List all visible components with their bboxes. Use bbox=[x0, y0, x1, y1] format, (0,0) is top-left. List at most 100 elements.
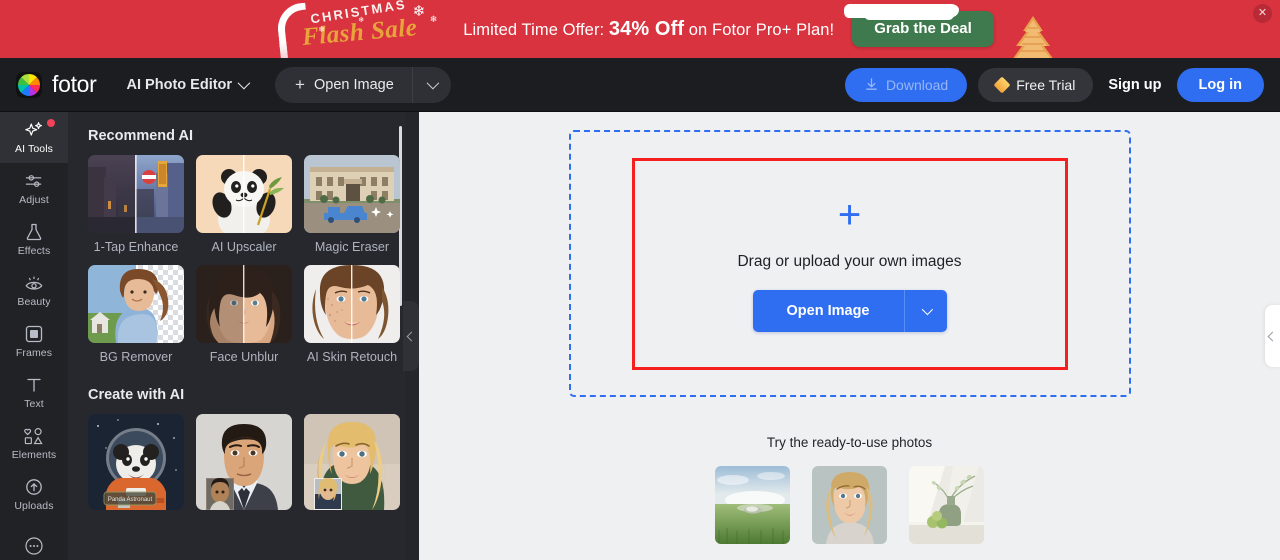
ai-tools-panel: Recommend AI 1-Tap Enhance AI Upscaler M… bbox=[68, 112, 405, 560]
sparkle-icon bbox=[23, 120, 45, 140]
christmas-tree-cookie-icon bbox=[1013, 16, 1053, 58]
mode-selector[interactable]: AI Photo Editor bbox=[126, 76, 251, 93]
thumbnail-skin-retouch bbox=[304, 264, 400, 343]
snowflake-icon: ❄ bbox=[429, 14, 438, 24]
mode-label: AI Photo Editor bbox=[126, 76, 233, 93]
grab-the-deal-button[interactable]: Grab the Deal bbox=[852, 11, 994, 47]
dropzone-text: Drag or upload your own images bbox=[737, 253, 962, 270]
snowflake-icon: ❄ bbox=[318, 25, 325, 34]
source-face-thumb bbox=[314, 478, 342, 511]
plus-icon: + bbox=[837, 193, 862, 237]
top-navbar: fotor AI Photo Editor + Open Image Downl… bbox=[0, 58, 1280, 112]
dropzone[interactable]: + Drag or upload your own images Open Im… bbox=[568, 130, 1131, 397]
thumbnail-man-face-swap bbox=[196, 414, 292, 511]
promo-close-icon[interactable]: ✕ bbox=[1253, 4, 1272, 23]
thumbnail-face-unblur bbox=[196, 264, 292, 343]
thumbnail-mansion bbox=[304, 155, 400, 233]
rail-item-label: Text bbox=[24, 398, 44, 410]
sign-up-link[interactable]: Sign up bbox=[1104, 77, 1165, 93]
open-image-button[interactable]: + Open Image bbox=[275, 66, 413, 103]
rail-item-frames[interactable]: Frames bbox=[0, 316, 68, 367]
sliders-icon bbox=[23, 171, 45, 191]
ready-photo-portrait[interactable] bbox=[812, 466, 887, 544]
open-image-split-button: + Open Image bbox=[275, 66, 451, 103]
right-panel-collapse-handle[interactable] bbox=[1265, 305, 1280, 367]
chevron-left-icon bbox=[406, 331, 416, 341]
tile-1-tap-enhance[interactable]: 1-Tap Enhance bbox=[88, 155, 184, 256]
shapes-icon bbox=[23, 426, 45, 446]
promo-discount: 34% Off bbox=[608, 17, 685, 40]
tile-man-face-swap[interactable] bbox=[196, 414, 292, 511]
rail-item-label: Elements bbox=[11, 449, 57, 461]
download-button[interactable]: Download bbox=[844, 67, 968, 102]
upload-cloud-icon bbox=[23, 477, 45, 497]
snowflake-icon: ❄ bbox=[412, 3, 426, 20]
tile-ai-upscaler[interactable]: AI Upscaler bbox=[196, 155, 292, 256]
source-face-thumb bbox=[206, 478, 234, 511]
ready-photos-title: Try the ready-to-use photos bbox=[766, 435, 933, 450]
workspace: AI Tools Adjust Effects Beauty Frames Te… bbox=[0, 112, 1280, 560]
promo-message: Limited Time Offer: 34% Off on Fotor Pro… bbox=[463, 18, 834, 41]
diamond-icon bbox=[993, 76, 1011, 93]
chevron-down-icon bbox=[426, 76, 440, 90]
more-dots-icon bbox=[23, 536, 45, 556]
chevron-down-icon bbox=[237, 76, 251, 90]
tile-face-unblur[interactable]: Face Unblur bbox=[196, 264, 292, 366]
brand-logo[interactable]: fotor bbox=[16, 71, 97, 98]
download-label: Download bbox=[885, 76, 949, 93]
panel-spacer bbox=[88, 365, 387, 387]
open-image-button-canvas[interactable]: Open Image bbox=[752, 290, 905, 332]
editor-canvas: + Drag or upload your own images Open Im… bbox=[419, 112, 1280, 560]
eye-icon bbox=[23, 273, 45, 293]
rail-item-label: Adjust bbox=[19, 194, 49, 206]
rail-item-label: AI Tools bbox=[15, 143, 53, 155]
brand-name: fotor bbox=[52, 71, 97, 97]
create-with-ai-tiles: Panda Astronaut bbox=[88, 414, 400, 511]
log-in-button[interactable]: Log in bbox=[1176, 67, 1264, 102]
tile-ai-skin-retouch[interactable]: AI Skin Retouch bbox=[304, 264, 400, 366]
fotor-logo-icon bbox=[16, 71, 42, 98]
tile-bg-remover[interactable]: BG Remover bbox=[88, 264, 184, 366]
rail-item-adjust[interactable]: Adjust bbox=[0, 163, 68, 214]
thumbnail-blonde-face-swap bbox=[304, 414, 400, 511]
rail-item-more[interactable] bbox=[0, 520, 68, 560]
promo-offer-suffix: on Fotor Pro+ Plan! bbox=[688, 20, 835, 39]
tile-label: 1-Tap Enhance bbox=[93, 240, 179, 254]
new-badge-dot bbox=[47, 119, 55, 127]
tile-panda-astronaut[interactable]: Panda Astronaut bbox=[88, 414, 184, 511]
promo-banner: CHRISTMAS Flash Sale ❄ ❄ ❄ ❄ Limited Tim… bbox=[0, 0, 1280, 58]
ready-photo-landscape[interactable] bbox=[715, 466, 790, 544]
rail-item-label: Frames bbox=[15, 347, 53, 359]
tile-blonde-face-swap[interactable] bbox=[304, 414, 400, 511]
tile-label: Magic Eraser bbox=[314, 240, 390, 254]
rail-item-ai-tools[interactable]: AI Tools bbox=[0, 112, 68, 163]
text-t-icon bbox=[24, 375, 44, 395]
tile-label: AI Skin Retouch bbox=[306, 349, 398, 364]
plus-icon: + bbox=[295, 75, 305, 94]
dropzone-highlight[interactable]: + Drag or upload your own images Open Im… bbox=[631, 157, 1068, 370]
free-trial-button[interactable]: Free Trial bbox=[978, 67, 1094, 102]
free-trial-label: Free Trial bbox=[1016, 76, 1076, 93]
thumbnail-city-street bbox=[88, 155, 184, 233]
rail-item-elements[interactable]: Elements bbox=[0, 418, 68, 469]
rail-item-beauty[interactable]: Beauty bbox=[0, 265, 68, 316]
open-image-dropdown-canvas[interactable] bbox=[904, 290, 947, 332]
section-title-create-with-ai: Create with AI bbox=[88, 387, 185, 404]
open-image-dropdown-button[interactable] bbox=[413, 67, 451, 103]
christmas-flash-sale-artwork: CHRISTMAS Flash Sale ❄ ❄ ❄ ❄ bbox=[270, 0, 445, 58]
thumbnail-panda-bamboo bbox=[196, 155, 292, 233]
rail-item-label: Effects bbox=[17, 245, 51, 257]
snowflake-icon: ❄ bbox=[358, 17, 365, 24]
open-image-label: Open Image bbox=[313, 76, 394, 93]
chevron-left-icon bbox=[1267, 331, 1278, 341]
rail-item-effects[interactable]: Effects bbox=[0, 214, 68, 265]
rail-item-text[interactable]: Text bbox=[0, 367, 68, 418]
ready-photo-still-life[interactable] bbox=[909, 466, 984, 544]
svg-text:Panda Astronaut: Panda Astronaut bbox=[108, 497, 153, 503]
navbar-actions: Download Free Trial Sign up Log in bbox=[844, 67, 1264, 102]
panel-collapse-handle[interactable] bbox=[403, 301, 419, 371]
rail-item-uploads[interactable]: Uploads bbox=[0, 469, 68, 520]
tile-magic-eraser[interactable]: Magic Eraser bbox=[304, 155, 400, 256]
tile-label: Face Unblur bbox=[209, 349, 279, 364]
promo-offer-prefix: Limited Time Offer: bbox=[463, 20, 605, 39]
